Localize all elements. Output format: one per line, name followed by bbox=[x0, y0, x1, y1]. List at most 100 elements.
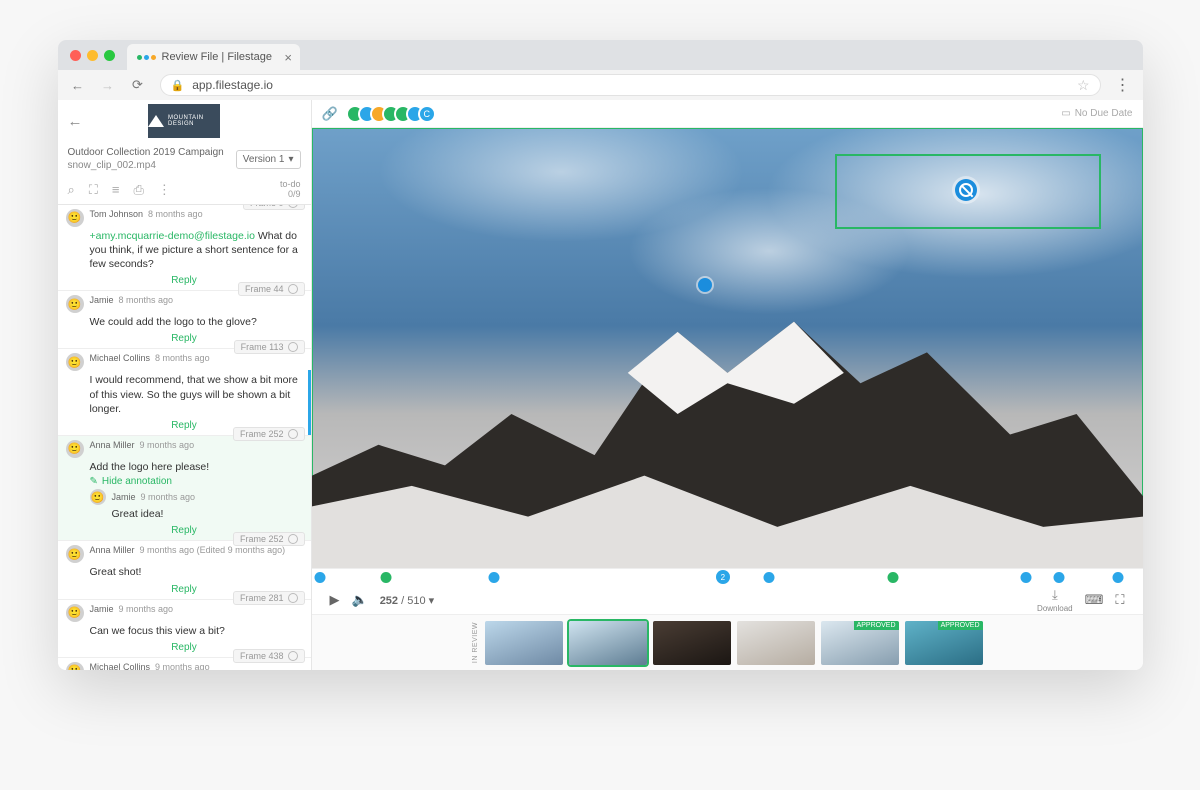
thumbnail[interactable] bbox=[653, 621, 731, 665]
thumbnail[interactable] bbox=[737, 621, 815, 665]
timeline-marker[interactable] bbox=[888, 572, 899, 583]
comment-meta: Jamie 8 months ago bbox=[90, 295, 174, 313]
tab-strip: Review File | Filestage × bbox=[58, 40, 1143, 70]
comment-meta: Michael Collins 9 months ago bbox=[90, 662, 210, 670]
avatar: 🙂 bbox=[90, 489, 106, 505]
app: ← MOUNTAIN DESIGN Outdoor Collection 201… bbox=[58, 100, 1143, 670]
frame-tag: Frame 252 bbox=[233, 532, 305, 546]
reload-icon[interactable]: ⟳ bbox=[130, 77, 146, 93]
more-icon[interactable]: ⋮ bbox=[158, 182, 171, 198]
comment[interactable]: Frame 438🙂Michael Collins 9 months agoPl… bbox=[58, 658, 311, 670]
video-viewer[interactable] bbox=[312, 128, 1143, 568]
collaborator-stack[interactable]: C bbox=[346, 105, 436, 123]
comment-list[interactable]: Frame 0 🙂 Tom Johnson 8 months ago+amy.mcq… bbox=[58, 204, 311, 670]
mountain-icon bbox=[148, 115, 164, 127]
volume-icon[interactable]: 🔈 bbox=[352, 592, 368, 608]
comment-meta: Tom Johnson 8 months ago bbox=[90, 209, 203, 227]
comment[interactable]: Frame 252🙂Anna Miller 9 months agoAdd th… bbox=[58, 436, 311, 541]
comment-body: We could add the logo to the glove? bbox=[66, 313, 303, 329]
timeline-marker[interactable]: 2 bbox=[716, 570, 730, 584]
status-ring-icon[interactable] bbox=[288, 534, 298, 544]
status-ring-icon[interactable] bbox=[288, 429, 298, 439]
comment[interactable]: Frame 113🙂Michael Collins 8 months agoI … bbox=[58, 349, 311, 436]
timeline-marker[interactable] bbox=[763, 572, 774, 583]
annotation-rect[interactable] bbox=[835, 154, 1101, 229]
minimize-dot[interactable] bbox=[87, 50, 98, 61]
comment-body: Can we focus this view a bit? bbox=[66, 622, 303, 638]
comment-meta: Michael Collins 8 months ago bbox=[90, 353, 210, 371]
thumbnail[interactable]: APPROVED bbox=[821, 621, 899, 665]
sort-icon[interactable]: ≡ bbox=[112, 182, 120, 197]
status-ring-icon[interactable] bbox=[288, 593, 298, 603]
browser-tab[interactable]: Review File | Filestage × bbox=[127, 44, 300, 70]
comment[interactable]: Frame 0 🙂 Tom Johnson 8 months ago+amy.mcq… bbox=[58, 205, 311, 292]
frame-tag: Frame 252 bbox=[233, 427, 305, 441]
timeline-marker[interactable] bbox=[314, 572, 325, 583]
avatar: 🙂 bbox=[66, 604, 84, 622]
approved-badge: APPROVED bbox=[938, 621, 983, 630]
viewer-header: 🔗 C ▭ No Due Date bbox=[312, 100, 1143, 128]
url-field[interactable]: 🔒 app.filestage.io ☆ bbox=[160, 74, 1101, 96]
play-icon[interactable]: ▶ bbox=[330, 592, 340, 608]
approved-badge: APPROVED bbox=[854, 621, 899, 630]
zoom-dot[interactable] bbox=[104, 50, 115, 61]
status-ring-icon[interactable] bbox=[288, 651, 298, 661]
timeline-marker[interactable] bbox=[489, 572, 500, 583]
fullscreen-icon[interactable]: ⛶ bbox=[1115, 592, 1124, 608]
thumbnail[interactable]: APPROVED bbox=[905, 621, 983, 665]
timeline[interactable]: 2 bbox=[312, 568, 1143, 586]
player-controls: ▶ 🔈 252 / 510 ▾ ⤓ Download ⌨ ⛶ bbox=[312, 586, 1143, 614]
bookmark-icon[interactable]: ☆ bbox=[1077, 77, 1090, 94]
timeline-marker[interactable] bbox=[1021, 572, 1032, 583]
project-row: Outdoor Collection 2019 Campaign snow_cl… bbox=[58, 142, 311, 176]
link-icon[interactable]: 🔗 bbox=[322, 106, 338, 122]
download-icon: ⤓ bbox=[1052, 587, 1058, 603]
todo-count: to-do 0/9 bbox=[280, 180, 301, 200]
comment-body: Great shot! bbox=[66, 563, 303, 579]
status-ring-icon[interactable] bbox=[288, 204, 298, 208]
sidebar-back-icon[interactable]: ← bbox=[68, 113, 83, 130]
brand-badge: MOUNTAIN DESIGN bbox=[148, 104, 220, 138]
status-ring-icon[interactable] bbox=[288, 284, 298, 294]
lock-annotate-icon bbox=[959, 183, 973, 197]
project-name: Outdoor Collection 2019 Campaign bbox=[68, 146, 230, 159]
annotation-pin[interactable] bbox=[698, 278, 712, 292]
thumbnail[interactable] bbox=[569, 621, 647, 665]
frame-counter: 252 / 510 ▾ bbox=[380, 594, 434, 607]
avatar: 🙂 bbox=[66, 662, 84, 670]
tab-title: Review File | Filestage bbox=[162, 51, 272, 63]
timeline-marker[interactable] bbox=[381, 572, 392, 583]
keyboard-icon[interactable]: ⌨ bbox=[1085, 592, 1104, 608]
search-icon[interactable]: ⌕ bbox=[68, 182, 75, 198]
frame-tag: Frame 281 bbox=[233, 591, 305, 605]
frame-tag: Frame 0 bbox=[243, 204, 305, 210]
annotation-pin-locked[interactable] bbox=[955, 179, 977, 201]
favicon bbox=[137, 55, 156, 60]
avatar: 🙂 bbox=[66, 440, 84, 458]
thumbnail[interactable] bbox=[485, 621, 563, 665]
download-button[interactable]: ⤓ Download bbox=[1037, 587, 1073, 613]
lock-icon: 🔒 bbox=[171, 79, 185, 92]
timeline-marker[interactable] bbox=[1054, 572, 1065, 583]
print-icon[interactable]: ⎙ bbox=[133, 182, 143, 198]
timeline-marker[interactable] bbox=[1112, 572, 1123, 583]
comment-body: +amy.mcquarrie-demo@filestage.io What do… bbox=[66, 227, 303, 272]
frame-tag: Frame 44 bbox=[238, 282, 305, 296]
comment-body: I would recommend, that we show a bit mo… bbox=[66, 371, 303, 416]
strip-label-review: IN REVIEW bbox=[472, 622, 479, 663]
back-icon[interactable]: ← bbox=[70, 78, 86, 93]
forward-icon[interactable]: → bbox=[100, 78, 116, 93]
close-dot[interactable] bbox=[70, 50, 81, 61]
address-bar: ← → ⟳ 🔒 app.filestage.io ☆ ⋮ bbox=[58, 70, 1143, 100]
annotation-toggle[interactable]: ✎Hide annotation bbox=[66, 474, 303, 487]
url-text: app.filestage.io bbox=[192, 78, 273, 92]
collaborator-you[interactable]: C bbox=[418, 105, 436, 123]
avatar: 🙂 bbox=[66, 209, 84, 227]
version-label: Version 1 bbox=[243, 154, 285, 165]
expand-icon[interactable]: ⛶ bbox=[89, 182, 98, 198]
due-date[interactable]: ▭ No Due Date bbox=[1061, 108, 1132, 119]
version-switcher[interactable]: Version 1 ▾ bbox=[236, 150, 301, 169]
browser-menu-icon[interactable]: ⋮ bbox=[1115, 75, 1131, 95]
close-icon[interactable]: × bbox=[284, 50, 292, 65]
status-ring-icon[interactable] bbox=[288, 342, 298, 352]
